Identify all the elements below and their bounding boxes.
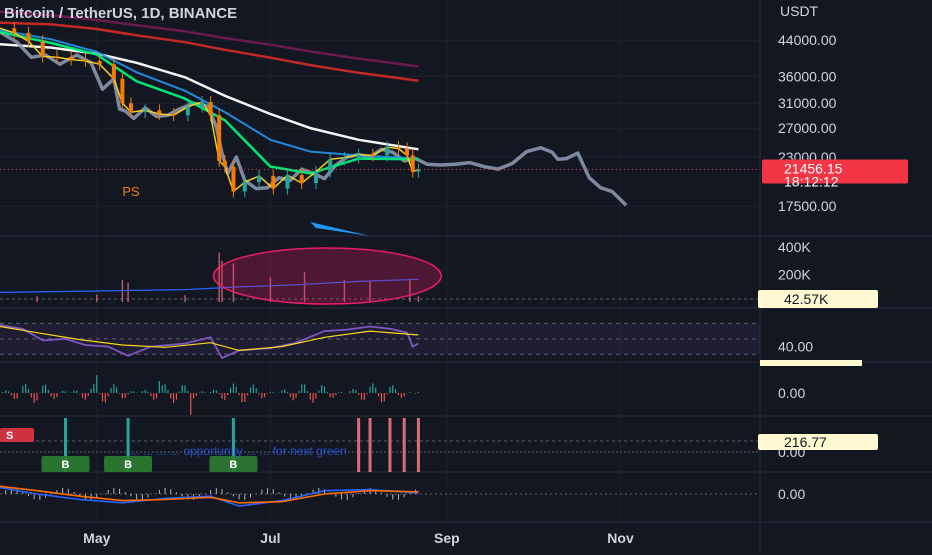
candle-body: [12, 28, 17, 33]
signals-text-overlay: ... ... ... ... opportunity ... ... for …: [130, 444, 347, 458]
candle-body: [356, 154, 361, 158]
candle-body: [54, 56, 59, 58]
rsi-value-badge: [760, 360, 862, 366]
trading-chart[interactable]: PS S B B B... ... ... ... opportunity ... ..…: [0, 0, 932, 550]
candle-body: [217, 115, 222, 161]
candle-body: [342, 157, 347, 160]
buy-marker-label: B: [124, 459, 132, 471]
volume-highlight-ellipse: [212, 247, 442, 305]
rsi-tick-label: 40.00: [778, 339, 813, 355]
candle-body: [385, 147, 390, 156]
y-tick-label: 44000.00: [778, 32, 837, 48]
candle-body: [111, 64, 116, 79]
macd-tick-label: 0.00: [778, 486, 805, 502]
buy-marker-label: B: [61, 459, 69, 471]
y-tick-label: 31000.00: [778, 95, 837, 111]
candle-body: [396, 147, 401, 149]
candle-body: [143, 110, 148, 113]
candle-body: [271, 175, 276, 189]
volume-tick-label: 400K: [778, 239, 811, 255]
candle-body: [257, 175, 262, 183]
oscillator-tick-label: 0.00: [778, 385, 805, 401]
candle-body: [299, 175, 304, 184]
candle-body: [97, 60, 102, 65]
candle-body: [171, 113, 176, 116]
sell-marker-label: S: [6, 430, 13, 442]
candle-body: [231, 166, 236, 192]
candle-body: [370, 154, 375, 157]
candle-body: [313, 171, 318, 184]
candle-body: [200, 102, 205, 107]
candle-body: [208, 102, 213, 116]
candle-body: [120, 78, 125, 104]
x-tick-label: Nov: [607, 530, 634, 546]
candle-body: [285, 175, 290, 189]
candle-body: [405, 148, 410, 156]
countdown-timer: 18:12:12: [784, 174, 839, 190]
candle-body: [69, 57, 74, 60]
chart-title: Bitcoin / TetherUS, 1D, BINANCE: [4, 5, 237, 22]
candle-body: [222, 160, 227, 167]
candle-body: [26, 32, 31, 42]
candle-body: [128, 103, 133, 113]
volume-value: 42.57K: [784, 291, 829, 307]
candle-body: [83, 59, 88, 62]
candle-body: [416, 169, 421, 172]
candle-body: [185, 106, 190, 116]
y-tick-label: 17500.00: [778, 198, 837, 214]
signals-value: 216.77: [784, 434, 827, 450]
volume-tick-label: 200K: [778, 267, 811, 283]
y-tick-label: 36000.00: [778, 68, 837, 84]
candle-body: [157, 110, 162, 114]
x-tick-label: Sep: [434, 530, 460, 546]
candle-body: [242, 182, 247, 192]
ps-annotation: PS: [122, 184, 140, 199]
currency-label: USDT: [780, 3, 819, 19]
y-tick-label: 27000.00: [778, 120, 837, 136]
candle-body: [40, 41, 45, 57]
x-tick-label: Jul: [260, 530, 280, 546]
x-tick-label: May: [83, 530, 110, 546]
chart-canvas[interactable]: PSSB B B... ... ... ... opportunity ... ..…: [0, 0, 932, 550]
buy-marker-label: B: [229, 459, 237, 471]
